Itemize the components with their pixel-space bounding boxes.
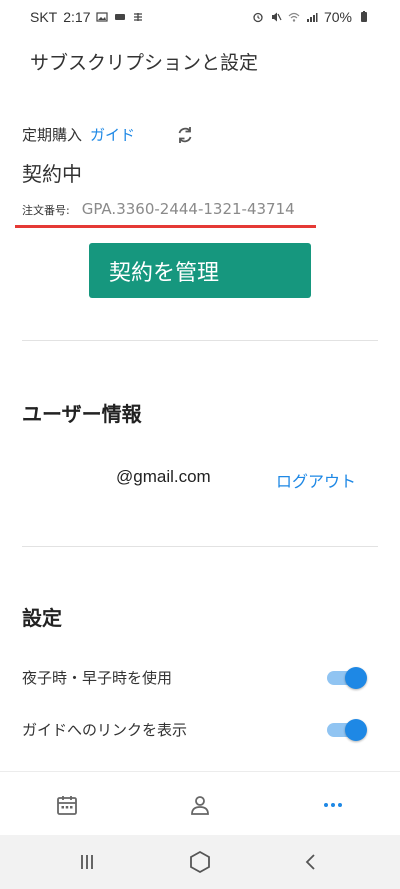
back-button[interactable] bbox=[298, 849, 324, 875]
manage-subscription-button[interactable]: 契約を管理 bbox=[89, 243, 311, 298]
wifi-icon bbox=[288, 12, 300, 22]
mute-icon bbox=[271, 12, 282, 22]
refresh-icon[interactable] bbox=[174, 124, 196, 146]
recent-apps-button[interactable] bbox=[74, 849, 100, 875]
guide-links-toggle[interactable] bbox=[327, 718, 367, 741]
status-bar: SKT 2:17 70% bbox=[0, 0, 400, 34]
page-title: サブスクリプションと設定 bbox=[30, 52, 259, 74]
toggle-knob bbox=[345, 719, 367, 741]
home-hexagon-icon bbox=[190, 850, 210, 874]
guide-link[interactable]: ガイド bbox=[90, 124, 135, 145]
order-label: 注文番号: bbox=[22, 204, 70, 217]
nav-profile[interactable] bbox=[185, 790, 215, 820]
carrier-text: SKT bbox=[30, 9, 58, 25]
battery-text: 70% bbox=[323, 9, 352, 25]
status-right: 70% bbox=[252, 9, 370, 25]
back-chevron-icon bbox=[305, 854, 315, 870]
subscription-status: 契約中 bbox=[22, 162, 82, 186]
subscription-label-row: 定期購入 ガイド bbox=[22, 124, 135, 145]
toggle-knob bbox=[345, 667, 367, 689]
setting-label: 夜子時・早子時を使用 bbox=[22, 669, 173, 687]
user-email: @gmail.com bbox=[116, 467, 211, 486]
calendar-icon bbox=[57, 796, 77, 815]
battery-icon bbox=[361, 11, 367, 22]
alarm-icon bbox=[253, 12, 263, 23]
signal-icon bbox=[306, 13, 318, 22]
image-icon bbox=[96, 12, 109, 22]
person-icon bbox=[191, 796, 209, 815]
status-left: SKT 2:17 bbox=[30, 9, 144, 25]
subscription-label: 定期購入 bbox=[22, 126, 83, 144]
logout-link[interactable]: ログアウト bbox=[276, 468, 356, 492]
setting-row-guide-links: ガイドへのリンクを表示 bbox=[22, 714, 378, 744]
notification-icon bbox=[115, 14, 126, 20]
cross-icon bbox=[134, 13, 143, 21]
setting-row-night-hour: 夜子時・早子時を使用 bbox=[22, 662, 378, 692]
user-info-title: ユーザー情報 bbox=[22, 402, 142, 426]
order-number: GPA.3360-2444-1321-43714 bbox=[81, 200, 295, 218]
order-row: 注文番号: GPA.3360-2444-1321-43714 bbox=[22, 200, 295, 218]
settings-title: 設定 bbox=[22, 606, 62, 630]
red-underline-annotation bbox=[15, 225, 316, 228]
divider bbox=[22, 340, 378, 341]
more-dots-icon bbox=[324, 803, 342, 807]
system-nav bbox=[0, 835, 400, 889]
night-hour-toggle[interactable] bbox=[327, 666, 367, 689]
nav-more[interactable] bbox=[318, 790, 348, 820]
setting-label: ガイドへのリンクを表示 bbox=[22, 721, 188, 739]
divider bbox=[22, 546, 378, 547]
bottom-nav bbox=[0, 771, 400, 835]
home-button[interactable] bbox=[187, 849, 213, 875]
nav-calendar[interactable] bbox=[52, 790, 82, 820]
recent-apps-icon bbox=[81, 855, 93, 869]
time-text: 2:17 bbox=[63, 9, 91, 25]
